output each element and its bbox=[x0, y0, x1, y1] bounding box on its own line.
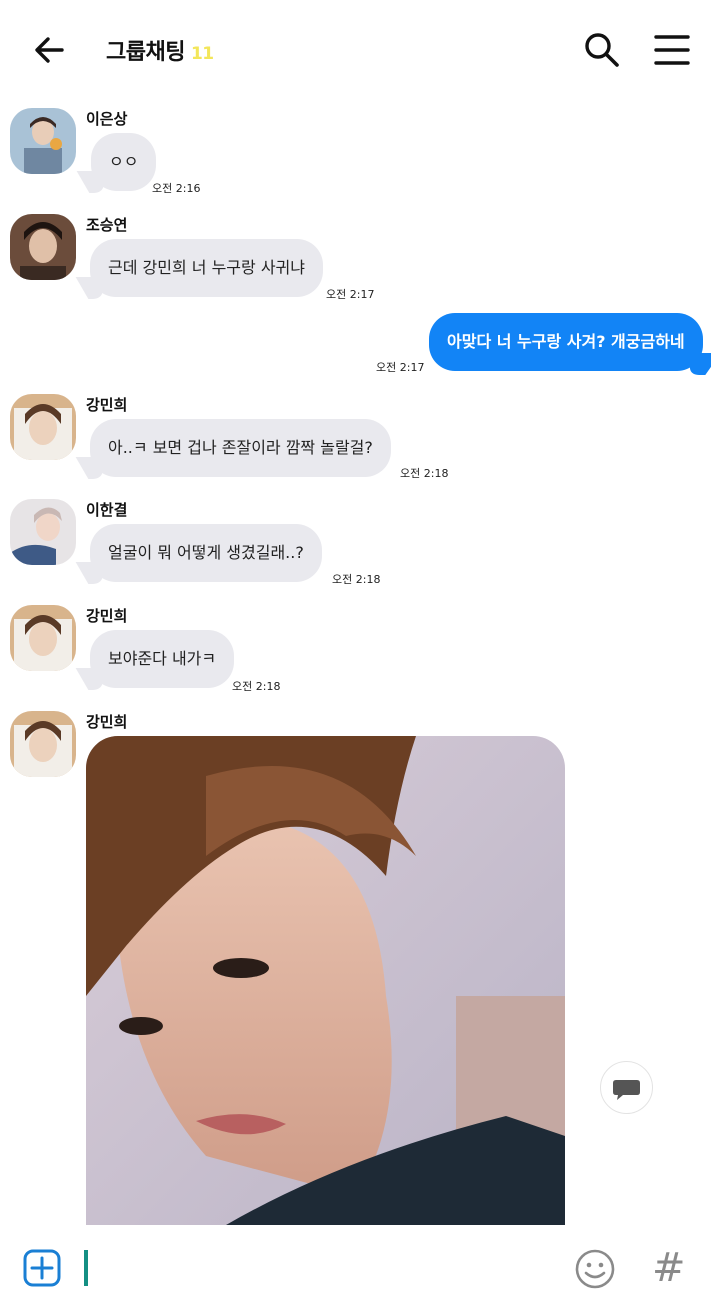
message-time: 오전 2:18 bbox=[332, 573, 381, 586]
message-bubble[interactable]: 보야준다 내가ㅋ bbox=[90, 630, 235, 688]
message-time: 오전 2:16 bbox=[152, 182, 201, 195]
message-text: 근데 강민희 너 누구랑 사귀냐 bbox=[108, 258, 305, 277]
member-count: 11 bbox=[190, 44, 214, 64]
message-bubble-outgoing[interactable]: 아맞다 너 누구랑 사겨? 개궁금하네 bbox=[429, 313, 703, 371]
message-text: 얼굴이 뭐 어떻게 생겼길래..? bbox=[108, 543, 304, 562]
avatar[interactable] bbox=[10, 711, 76, 777]
plus-box-icon[interactable] bbox=[23, 1249, 61, 1287]
speech-bubble-icon bbox=[613, 1080, 640, 1100]
message-bubble[interactable]: 얼굴이 뭐 어떻게 생겼길래..? bbox=[90, 524, 322, 582]
message-bubble[interactable]: ㅇㅇ bbox=[91, 133, 157, 191]
reply-button[interactable] bbox=[600, 1061, 653, 1114]
hamburger-menu-icon[interactable] bbox=[652, 30, 692, 70]
sender-name: 이은상 bbox=[86, 110, 128, 128]
hashtag-icon[interactable]: # bbox=[652, 1244, 692, 1292]
chat-title: 그룹채팅 11 bbox=[106, 34, 214, 66]
photo-message[interactable] bbox=[86, 736, 565, 1225]
message-input-bar: # bbox=[0, 1236, 711, 1309]
sender-name: 이한결 bbox=[86, 501, 128, 519]
sender-name: 조승연 bbox=[86, 216, 128, 234]
avatar[interactable] bbox=[10, 499, 76, 565]
sender-name: 강민희 bbox=[86, 396, 128, 414]
arrow-left-icon[interactable] bbox=[30, 30, 70, 70]
chat-header: 그룹채팅 11 bbox=[0, 0, 711, 96]
message-text: ㅇㅇ bbox=[109, 152, 139, 171]
message-time: 오전 2:18 bbox=[232, 680, 281, 693]
chat-title-text: 그룹채팅 bbox=[106, 40, 185, 65]
smiley-icon[interactable] bbox=[574, 1248, 616, 1290]
message-bubble[interactable]: 아..ㅋ 보면 겁나 존잘이라 깜짝 놀랄걸? bbox=[90, 419, 391, 477]
avatar[interactable] bbox=[10, 605, 76, 671]
message-text: 아..ㅋ 보면 겁나 존잘이라 깜짝 놀랄걸? bbox=[108, 438, 373, 457]
message-time: 오전 2:17 bbox=[326, 288, 375, 301]
message-input[interactable] bbox=[84, 1250, 88, 1286]
message-bubble[interactable]: 근데 강민희 너 누구랑 사귀냐 bbox=[90, 239, 323, 297]
sender-name: 강민희 bbox=[86, 713, 128, 731]
avatar[interactable] bbox=[10, 394, 76, 460]
message-text: 보야준다 내가ㅋ bbox=[108, 649, 217, 668]
message-text: 아맞다 너 누구랑 사겨? 개궁금하네 bbox=[447, 332, 685, 351]
avatar[interactable] bbox=[10, 214, 76, 280]
avatar[interactable] bbox=[10, 108, 76, 174]
sender-name: 강민희 bbox=[86, 607, 128, 625]
message-time: 오전 2:17 bbox=[376, 361, 425, 374]
search-icon[interactable] bbox=[582, 30, 622, 70]
message-time: 오전 2:18 bbox=[400, 467, 449, 480]
